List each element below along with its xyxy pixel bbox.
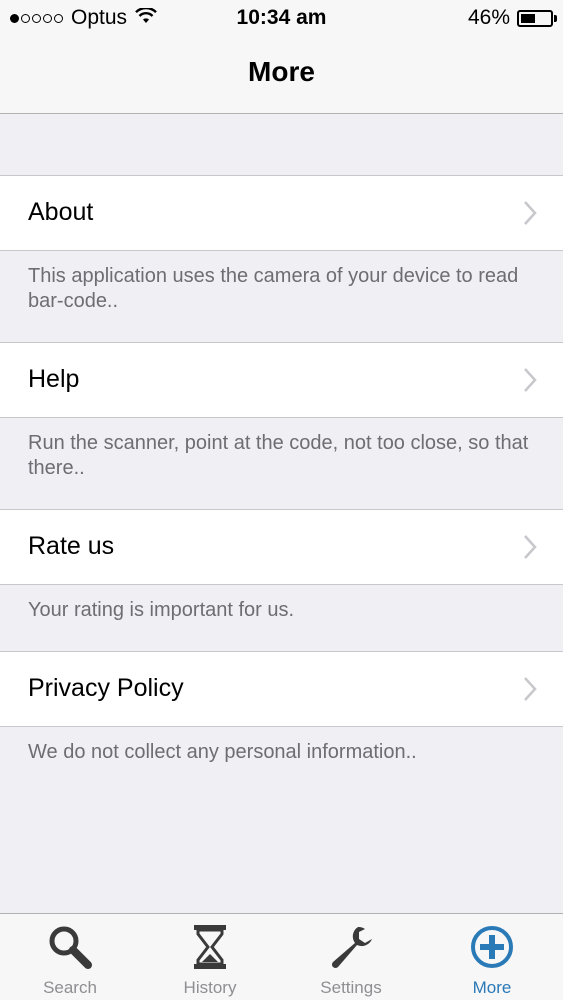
list-item-help[interactable]: Help (0, 342, 563, 418)
chevron-right-icon (523, 367, 537, 398)
list-item-rate-us[interactable]: Rate us (0, 509, 563, 585)
chevron-right-icon (523, 676, 537, 707)
tab-settings[interactable]: Settings (281, 914, 421, 1000)
list-item-label: Rate us (28, 532, 115, 560)
list-item-label: Privacy Policy (28, 674, 184, 702)
list-item-label: About (28, 198, 94, 226)
list-item-label: Help (28, 365, 80, 393)
tab-label: History (183, 978, 237, 997)
battery-icon (517, 9, 557, 27)
status-right: 46% (467, 6, 557, 30)
hourglass-icon (193, 924, 227, 975)
chevron-right-icon (523, 200, 537, 231)
plus-circle-icon (469, 924, 515, 975)
navigation-bar: Optus 10:34 am 46% More (0, 0, 563, 114)
battery-percent: 46% (467, 6, 510, 29)
status-bar: Optus 10:34 am 46% (0, 0, 563, 36)
list-item-description: We do not collect any personal informati… (28, 741, 417, 763)
tab-history[interactable]: History (140, 914, 280, 1000)
tab-more[interactable]: More (422, 914, 562, 1000)
tab-label: Search (43, 978, 97, 997)
list-item-privacy-policy[interactable]: Privacy Policy (0, 651, 563, 727)
search-icon (47, 924, 93, 975)
page-title: More (248, 56, 315, 87)
list-item-description: Run the scanner, point at the code, not … (28, 432, 529, 479)
tab-bar: Search History Settings More (0, 913, 563, 1000)
tab-label: Settings (320, 978, 382, 997)
chevron-right-icon (523, 534, 537, 565)
tab-search[interactable]: Search (0, 914, 140, 1000)
screen: Optus 10:34 am 46% More About This appli… (0, 0, 563, 1000)
list-item-about[interactable]: About (0, 175, 563, 251)
wrench-icon (328, 924, 374, 975)
list-item-description: Your rating is important for us. (28, 599, 295, 621)
tab-label: More (472, 978, 512, 997)
list-item-description: This application uses the camera of your… (28, 265, 519, 312)
